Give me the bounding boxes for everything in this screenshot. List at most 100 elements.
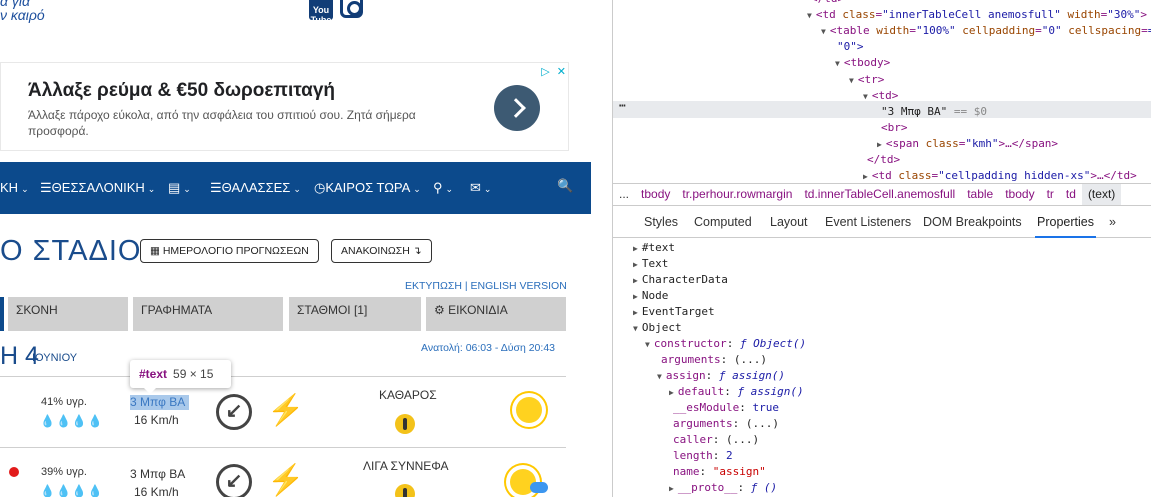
expand-triangle-icon[interactable]: ▼ <box>633 324 638 333</box>
dom-node-line[interactable]: </td> <box>807 0 844 7</box>
breadcrumb-item[interactable]: td.innerTableCell.anemosfull <box>798 184 961 205</box>
tab--[interactable]: » <box>1109 215 1116 229</box>
property-row[interactable]: caller: (...) <box>669 432 759 448</box>
youtube-icon[interactable]: You Tube <box>309 0 333 25</box>
dom-node-line[interactable]: ▶ <span class="kmh">…</span> <box>877 136 1058 152</box>
expand-triangle-icon[interactable]: ▶ <box>863 172 868 181</box>
dom-node-line[interactable]: <br> <box>877 120 908 136</box>
youtube-label: You Tube <box>310 5 332 25</box>
breadcrumb-item[interactable]: table <box>961 184 999 205</box>
nav-item-seas[interactable]: ☰ΘΑΛΑΣΣΕΣ ⌄ <box>210 180 301 196</box>
tab-layout[interactable]: Layout <box>770 215 808 229</box>
dom-node-line[interactable]: ▶ <td class="cellpadding hidden-xs">…</td… <box>863 168 1137 183</box>
dom-node-line[interactable]: "3 Μπφ ΒΑ" == $0 <box>877 104 987 120</box>
expand-triangle-icon[interactable]: ▶ <box>633 308 638 317</box>
expand-triangle-icon[interactable]: ▼ <box>645 340 650 349</box>
property-value: (...) <box>726 433 760 446</box>
property-row[interactable]: ▶ __proto__: ƒ () <box>669 480 777 496</box>
announcement-button[interactable]: ΑΝΑΚΟΙΝΩΣΗ ↴ <box>331 239 432 263</box>
expand-triangle-icon[interactable]: ▼ <box>821 27 826 36</box>
more-options-icon[interactable]: ⋯ <box>619 99 626 112</box>
nav-item-contact[interactable]: ✉ ⌄ <box>470 180 491 196</box>
expand-triangle-icon[interactable]: ▶ <box>633 244 638 253</box>
advertisement-banner[interactable]: ▷ ✕ Άλλαξε ρεύμα & €50 δωροεπιταγή Άλλαξ… <box>0 62 569 151</box>
ad-arrow-button[interactable] <box>494 85 540 131</box>
tab-properties[interactable]: Properties <box>1035 215 1096 238</box>
dom-node-line[interactable]: "0"> <box>833 39 864 55</box>
dom-node-line[interactable]: ▼ <tbody> <box>835 55 890 71</box>
breadcrumb-item[interactable]: tr <box>1041 184 1060 205</box>
expand-triangle-icon[interactable]: ▼ <box>657 372 662 381</box>
forecast-calendar-button[interactable]: ▦ ΗΜΕΡΟΛΟΓΙΟ ΠΡΟΓΝΩΣΕΩΝ <box>140 239 319 263</box>
print-link[interactable]: ΕΚΤΥΠΩΣΗ <box>405 280 462 292</box>
dom-node-line[interactable]: ▼ <td> <box>863 88 898 104</box>
expand-triangle-icon[interactable]: ▶ <box>633 292 638 301</box>
breadcrumb-item[interactable]: ... <box>613 184 635 205</box>
dom-attr-value: "100%" <box>915 24 963 38</box>
dom-selected-marker: == $0 <box>947 104 987 118</box>
ad-close-icon[interactable]: ✕ <box>557 66 566 78</box>
nav-item-weather-now[interactable]: ◷ΚΑΙΡΟΣ ΤΩΡΑ ⌄ <box>314 180 421 196</box>
expand-triangle-icon[interactable]: ▶ <box>669 484 674 493</box>
property-row[interactable]: ▼ constructor: ƒ Object() <box>645 336 806 352</box>
expand-triangle-icon[interactable]: ▼ <box>807 11 812 20</box>
expand-triangle-icon[interactable]: ▶ <box>669 388 674 397</box>
tab-dust[interactable]: ΣΚΟΝΗ <box>8 297 128 331</box>
ad-choices-icon[interactable]: ▷ <box>541 66 549 78</box>
property-row[interactable]: arguments: (...) <box>669 416 779 432</box>
property-row[interactable]: ▼ assign: ƒ assign() <box>657 368 785 384</box>
search-icon[interactable]: 🔍 <box>557 178 573 194</box>
expand-triangle-icon[interactable]: ▼ <box>835 59 840 68</box>
expand-triangle-icon[interactable]: ▶ <box>633 276 638 285</box>
mosquito-icon <box>395 414 415 434</box>
property-colon: : <box>724 385 738 398</box>
dom-node-line[interactable]: ▼ <table width="100%" cellpadding="0" cel… <box>821 23 1151 39</box>
breadcrumb-item[interactable]: tr.perhour.rowmargin <box>676 184 798 205</box>
breadcrumb-item[interactable]: (text) <box>1081 184 1122 205</box>
chevron-down-icon: ⌄ <box>183 184 191 194</box>
instagram-icon[interactable] <box>340 0 363 18</box>
tab-computed[interactable]: Computed <box>694 215 752 229</box>
property-row[interactable]: length: 2 <box>669 448 733 464</box>
tab-icons[interactable]: ⚙ ΕΙΚΟΝΙΔΙΑ <box>426 297 566 331</box>
expand-triangle-icon[interactable]: ▼ <box>849 76 854 85</box>
property-value: (...) <box>733 353 767 366</box>
tab-event-listeners[interactable]: Event Listeners <box>825 215 911 229</box>
expand-triangle-icon[interactable]: ▶ <box>633 260 638 269</box>
property-row[interactable]: ▶ #text <box>633 240 675 256</box>
property-row[interactable]: ▼ Object <box>633 320 682 336</box>
nav-item-partial[interactable]: ΚΗ ⌄ <box>0 180 29 195</box>
dom-tag: <tr> <box>857 72 885 86</box>
breadcrumb-item[interactable]: tbody <box>999 184 1040 205</box>
humidity-drops: 💧💧💧💧 <box>40 414 104 428</box>
english-version-link[interactable]: ENGLISH VERSION <box>471 280 567 292</box>
expand-triangle-icon[interactable]: ▼ <box>863 92 868 101</box>
nav-item-maps[interactable]: ▤ ⌄ <box>168 180 191 196</box>
dom-node-line[interactable]: ▼ <td class="innerTableCell anemosfull" w… <box>807 7 1147 23</box>
chevron-down-icon: ⌄ <box>445 184 454 194</box>
property-row[interactable]: __esModule: true <box>669 400 779 416</box>
wind-speed: 16 Km/h <box>134 413 179 427</box>
dom-node-line[interactable]: </td> <box>863 152 900 168</box>
expand-triangle-icon[interactable]: ▶ <box>877 140 882 149</box>
property-row[interactable]: arguments: (...) <box>657 352 767 368</box>
property-row[interactable]: ▶ Text <box>633 256 668 272</box>
chevron-down-icon: ⌄ <box>413 184 421 194</box>
property-row[interactable]: ▶ Node <box>633 288 668 304</box>
tab-dom-breakpoints[interactable]: DOM Breakpoints <box>923 215 1022 229</box>
property-row[interactable]: ▶ EventTarget <box>633 304 715 320</box>
property-row[interactable]: name: "assign" <box>669 464 766 480</box>
nav-item-thessaloniki[interactable]: ☰ΘΕΣΣΑΛΟΝΙΚΗ ⌄ <box>40 180 155 196</box>
property-row[interactable]: ▶ default: ƒ assign() <box>669 384 804 400</box>
tab-stations[interactable]: ΣΤΑΘΜΟΙ [1] <box>289 297 421 331</box>
tab-styles[interactable]: Styles <box>644 215 678 229</box>
nav-item-location[interactable]: ⚲ ⌄ <box>433 180 453 196</box>
ad-title[interactable]: Άλλαξε ρεύμα & €50 δωροεπιταγή <box>28 80 335 102</box>
property-row[interactable]: ▶ CharacterData <box>633 272 728 288</box>
breadcrumb-item[interactable]: tbody <box>635 184 676 205</box>
property-key: #text <box>641 241 675 254</box>
dom-node-line[interactable]: ▼ <tr> <box>849 72 884 88</box>
dom-tree: ⋯ </td>▼<td class="innerTableCell anemos… <box>613 0 1151 183</box>
breadcrumb-item[interactable]: td <box>1060 184 1082 205</box>
tab-charts[interactable]: ΓΡΑΦΗΜΑΤΑ <box>133 297 283 331</box>
